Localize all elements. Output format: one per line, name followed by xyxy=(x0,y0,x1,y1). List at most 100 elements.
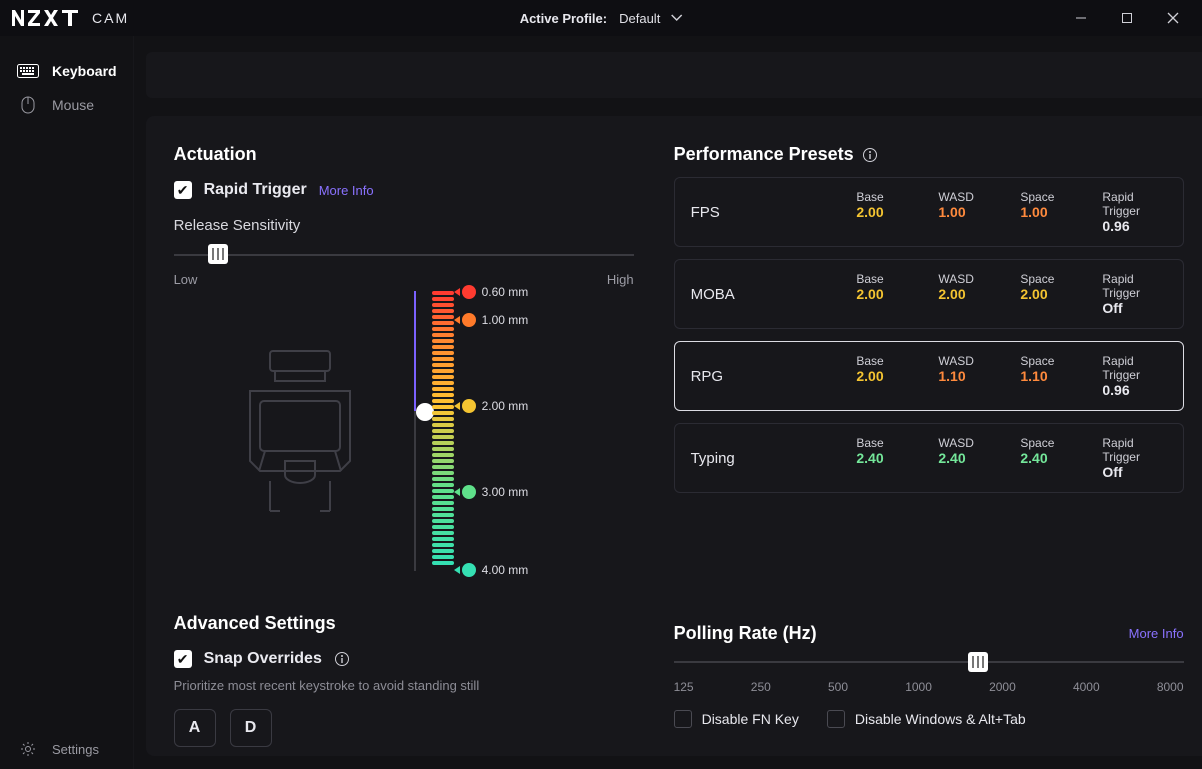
metric-value: 1.10 xyxy=(1020,368,1080,384)
preset-moba[interactable]: MOBABase2.00WASD2.00Space2.00Rapid Trigg… xyxy=(674,259,1184,329)
metric-value: 2.00 xyxy=(1020,286,1080,302)
poll-tick: 8000 xyxy=(1157,680,1184,694)
toggle-label: Disable FN Key xyxy=(702,711,799,727)
chevron-down-icon xyxy=(670,12,682,24)
actuation-depth-gauge: 0.60 mm 1.00 mm 2.00 mm 3.00 mm 4.00 mm xyxy=(404,291,654,591)
sidebar-item-keyboard[interactable]: Keyboard xyxy=(0,54,133,88)
metric-value: 0.96 xyxy=(1102,382,1166,398)
poll-tick: 500 xyxy=(828,680,848,694)
preset-name: RPG xyxy=(691,368,857,385)
actuation-panel: Actuation ✔ Rapid Trigger More Info Rele… xyxy=(146,116,1202,756)
profile-value: Default xyxy=(619,11,660,26)
metric-label: Space xyxy=(1020,354,1080,368)
info-icon[interactable] xyxy=(862,147,878,163)
minimize-button[interactable] xyxy=(1058,0,1104,36)
metric-value: 2.40 xyxy=(938,450,998,466)
switch-diagram xyxy=(230,341,370,531)
preset-name: Typing xyxy=(691,450,857,467)
metric-value: 2.40 xyxy=(1020,450,1080,466)
polling-rate-slider[interactable] xyxy=(674,652,1184,672)
preset-rpg[interactable]: RPGBase2.00WASD1.10Space1.10Rapid Trigge… xyxy=(674,341,1184,411)
window-controls xyxy=(1058,0,1196,36)
depth-mark: 3.00 mm xyxy=(482,485,529,499)
key-chip-a[interactable]: A xyxy=(174,709,216,747)
poll-tick: 250 xyxy=(751,680,771,694)
metric-label: Space xyxy=(1020,272,1080,286)
disable-win-alt-tab-toggle[interactable]: Disable Windows & Alt+Tab xyxy=(827,710,1026,728)
poll-tick: 1000 xyxy=(905,680,932,694)
disable-fn-toggle[interactable]: Disable FN Key xyxy=(674,710,799,728)
toggle-label: Disable Windows & Alt+Tab xyxy=(855,711,1026,727)
metric-value: 2.00 xyxy=(856,368,916,384)
sidebar-item-mouse[interactable]: Mouse xyxy=(0,88,133,122)
metric-label: WASD xyxy=(938,436,998,450)
metric-value: 2.00 xyxy=(938,286,998,302)
maximize-button[interactable] xyxy=(1104,0,1150,36)
metric-value: 0.96 xyxy=(1102,218,1166,234)
content: Actuation ✔ Rapid Trigger More Info Rele… xyxy=(134,36,1202,769)
snap-overrides-checkbox[interactable]: ✔ xyxy=(174,650,192,668)
sidebar: Keyboard Mouse Settings xyxy=(0,36,134,769)
preset-fps[interactable]: FPSBase2.00WASD1.00Space1.00Rapid Trigge… xyxy=(674,177,1184,247)
metric-value: 2.00 xyxy=(856,204,916,220)
top-strip xyxy=(146,52,1202,98)
metric-label: WASD xyxy=(938,190,998,204)
depth-mark: 2.00 mm xyxy=(482,399,529,413)
preset-name: FPS xyxy=(691,204,857,221)
gear-icon xyxy=(16,741,40,757)
mouse-icon xyxy=(16,97,40,113)
metric-label: Rapid Trigger xyxy=(1102,436,1166,464)
polling-more-info[interactable]: More Info xyxy=(1129,626,1184,641)
titlebar: CAM Active Profile: Default xyxy=(0,0,1202,36)
poll-tick: 125 xyxy=(674,680,694,694)
metric-value: 1.00 xyxy=(1020,204,1080,220)
close-button[interactable] xyxy=(1150,0,1196,36)
metric-label: Base xyxy=(856,354,916,368)
metric-value: Off xyxy=(1102,300,1166,316)
metric-value: 2.00 xyxy=(856,286,916,302)
metric-value: Off xyxy=(1102,464,1166,480)
polling-rate-title: Polling Rate (Hz) xyxy=(674,623,817,644)
sidebar-item-label: Keyboard xyxy=(52,63,117,79)
rapid-trigger-checkbox[interactable]: ✔ xyxy=(174,181,192,199)
section-title: Actuation xyxy=(174,144,634,165)
checkbox[interactable] xyxy=(827,710,845,728)
rapid-trigger-more-info[interactable]: More Info xyxy=(319,183,374,198)
metric-label: Base xyxy=(856,272,916,286)
release-sensitivity-slider[interactable] xyxy=(174,244,634,266)
metric-value: 1.10 xyxy=(938,368,998,384)
metric-value: 1.00 xyxy=(938,204,998,220)
release-sensitivity-label: Release Sensitivity xyxy=(174,217,634,234)
metric-label: Base xyxy=(856,190,916,204)
sidebar-item-settings[interactable]: Settings xyxy=(0,729,133,769)
profile-selected[interactable]: Default xyxy=(619,11,682,26)
settings-label: Settings xyxy=(52,742,99,757)
depth-mark: 4.00 mm xyxy=(482,563,529,577)
advanced-settings-title: Advanced Settings xyxy=(174,613,634,634)
metric-label: WASD xyxy=(938,272,998,286)
metric-label: Base xyxy=(856,436,916,450)
poll-tick: 2000 xyxy=(989,680,1016,694)
checkbox[interactable] xyxy=(674,710,692,728)
active-profile[interactable]: Active Profile: Default xyxy=(520,0,683,36)
rapid-trigger-label: Rapid Trigger xyxy=(204,181,307,199)
snap-overrides-label: Snap Overrides xyxy=(204,650,322,668)
active-profile-label: Active Profile: xyxy=(520,11,607,26)
preset-typing[interactable]: TypingBase2.40WASD2.40Space2.40Rapid Tri… xyxy=(674,423,1184,493)
metric-label: WASD xyxy=(938,354,998,368)
metric-value: 2.40 xyxy=(856,450,916,466)
app-brand: CAM xyxy=(12,10,129,26)
metric-label: Space xyxy=(1020,190,1080,204)
info-icon[interactable] xyxy=(334,651,350,667)
sidebar-item-label: Mouse xyxy=(52,97,94,113)
metric-label: Space xyxy=(1020,436,1080,450)
depth-mark: 1.00 mm xyxy=(482,313,529,327)
poll-tick: 4000 xyxy=(1073,680,1100,694)
preset-name: MOBA xyxy=(691,286,857,303)
actuation-depth-slider[interactable] xyxy=(414,291,416,571)
app-subtitle: CAM xyxy=(92,10,129,26)
depth-mark: 0.60 mm xyxy=(482,285,529,299)
key-chip-d[interactable]: D xyxy=(230,709,272,747)
nzxt-logo xyxy=(12,10,84,26)
keyboard-icon xyxy=(16,63,40,79)
